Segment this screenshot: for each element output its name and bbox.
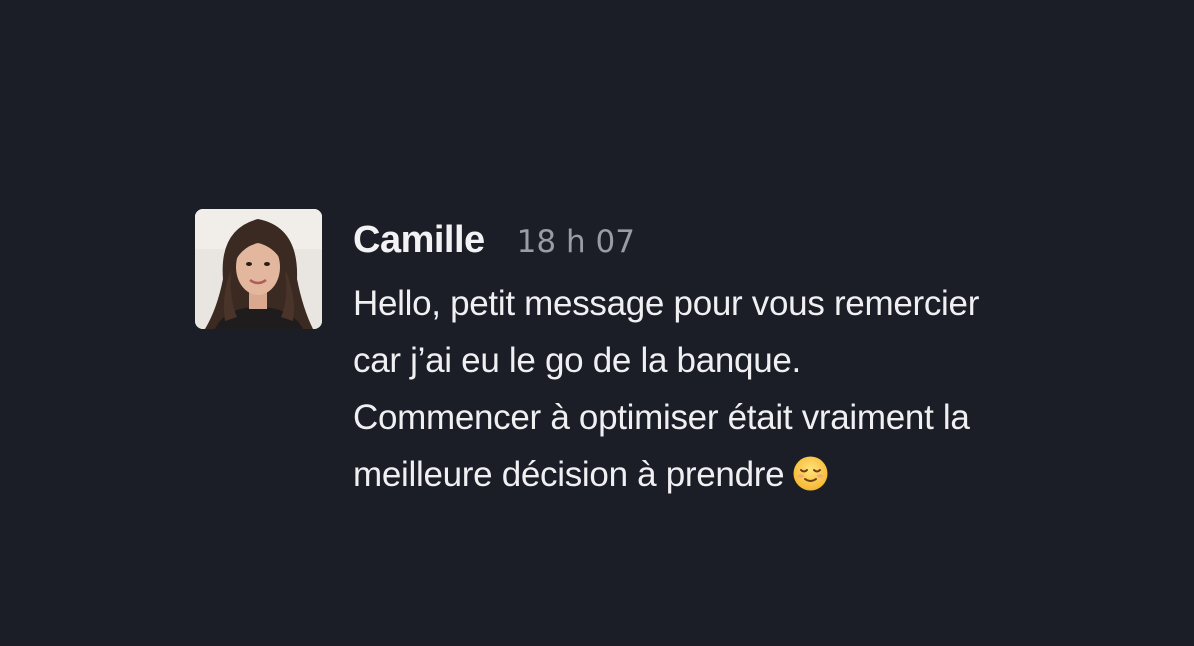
relieved-face-icon: [792, 452, 829, 491]
message-line: Hello, petit message pour vous remercier: [353, 284, 980, 323]
message-timestamp[interactable]: 18 h 07: [517, 224, 635, 260]
message-line-last: meilleure décision à prendre: [353, 446, 1093, 503]
avatar[interactable]: [195, 209, 322, 329]
avatar-portrait: [195, 209, 322, 329]
chat-message: Camille 18 h 07 Hello, petit message pou…: [195, 209, 1093, 503]
message-body: Hello, petit message pour vous remercier…: [353, 275, 1093, 503]
message-content: Camille 18 h 07 Hello, petit message pou…: [353, 219, 1093, 503]
message-line: car j’ai eu le go de la banque.: [353, 341, 801, 380]
author-name[interactable]: Camille: [353, 219, 485, 262]
message-header: Camille 18 h 07: [353, 219, 1093, 263]
message-line: Commencer à optimiser était vraiment la: [353, 398, 970, 437]
chat-canvas: Camille 18 h 07 Hello, petit message pou…: [0, 0, 1194, 646]
message-line: meilleure décision à prendre: [353, 455, 785, 494]
